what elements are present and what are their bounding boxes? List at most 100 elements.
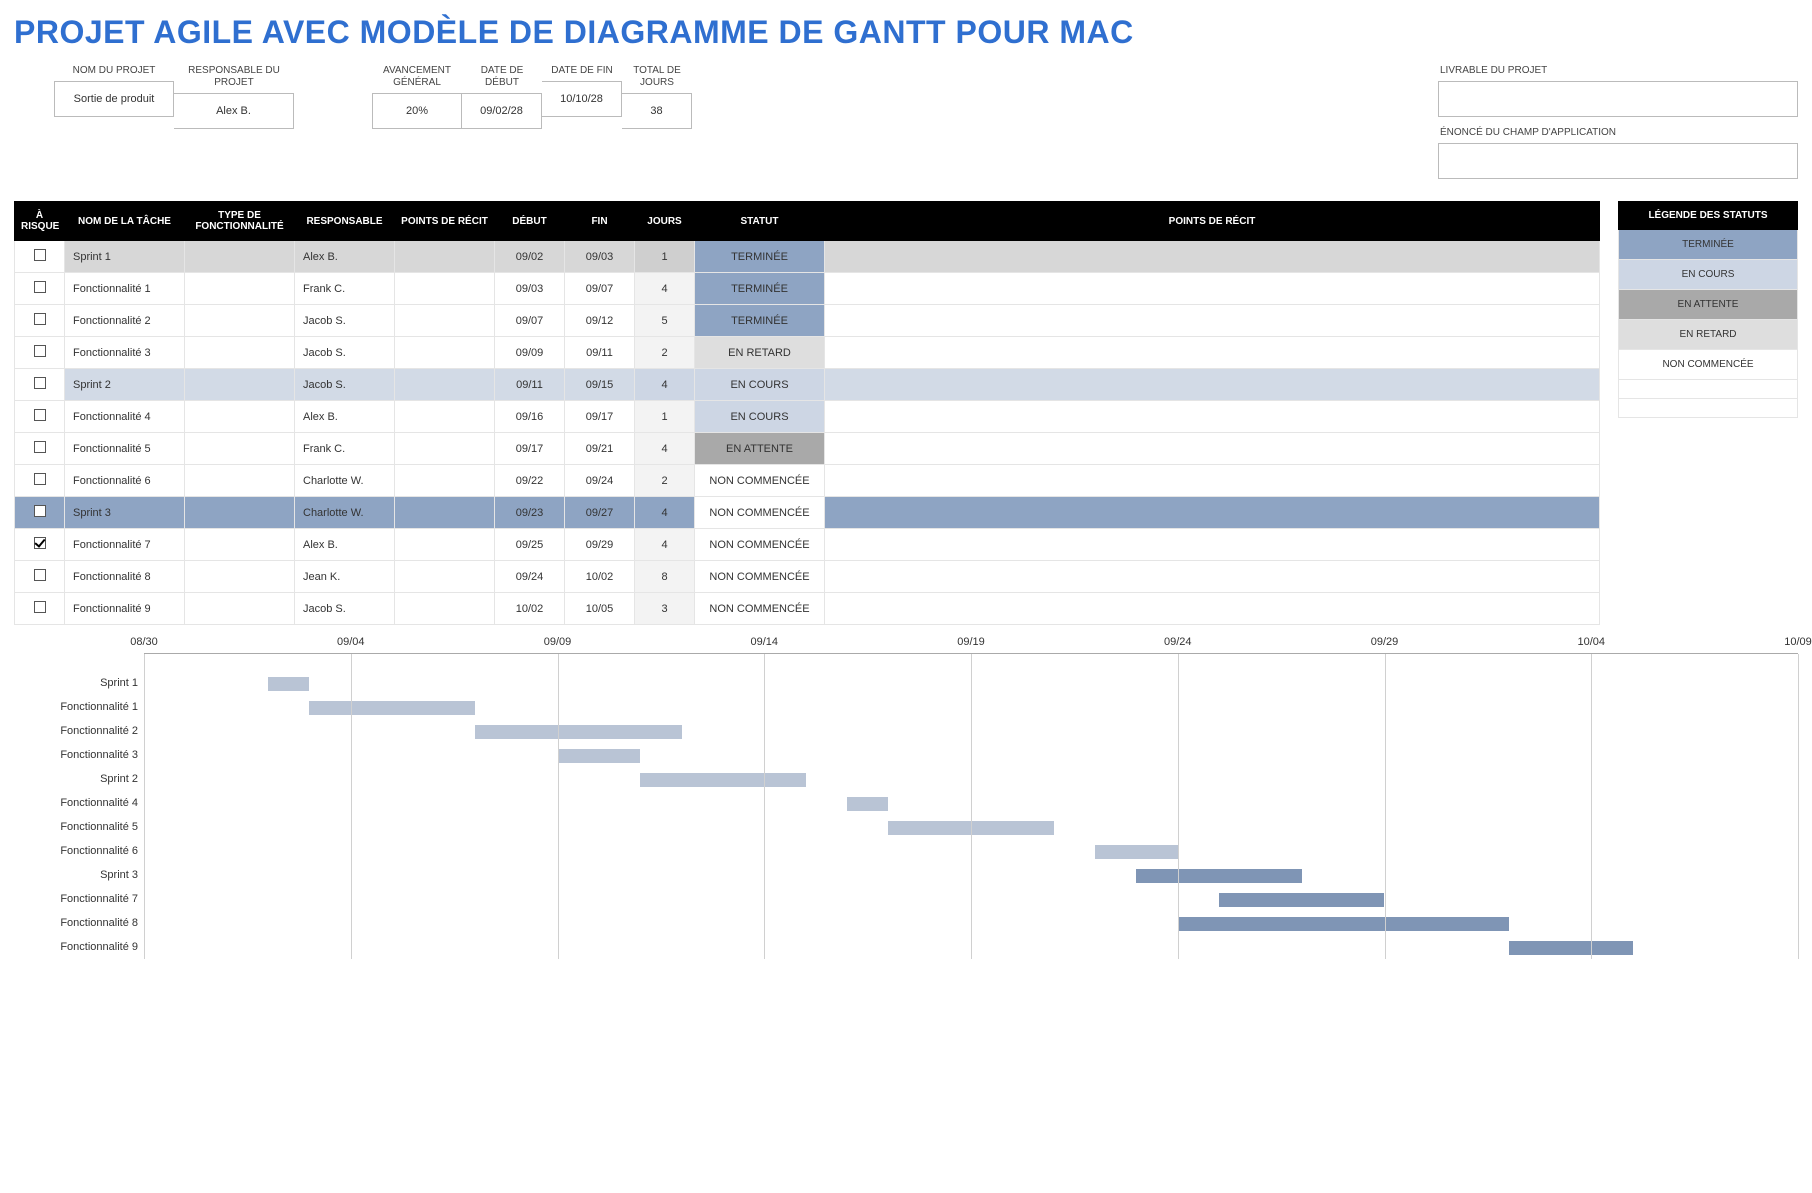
gantt-bar[interactable] xyxy=(1219,893,1384,907)
status-cell[interactable]: TERMINÉE xyxy=(695,241,825,273)
end-cell[interactable]: 09/07 xyxy=(565,273,635,305)
end-cell[interactable]: 09/29 xyxy=(565,529,635,561)
days-cell[interactable]: 2 xyxy=(635,465,695,497)
end-cell[interactable]: 09/03 xyxy=(565,241,635,273)
days-cell[interactable]: 4 xyxy=(635,273,695,305)
gantt-bar[interactable] xyxy=(558,749,641,763)
days-cell[interactable]: 8 xyxy=(635,561,695,593)
end-cell[interactable]: 09/21 xyxy=(565,433,635,465)
points-cell[interactable] xyxy=(395,593,495,625)
task-name-cell[interactable]: Fonctionnalité 3 xyxy=(65,337,185,369)
points-cell[interactable] xyxy=(395,561,495,593)
story-cell[interactable] xyxy=(825,433,1600,465)
task-name-cell[interactable]: Sprint 2 xyxy=(65,369,185,401)
status-cell[interactable]: NON COMMENCÉE xyxy=(695,529,825,561)
start-cell[interactable]: 09/23 xyxy=(495,497,565,529)
start-cell[interactable]: 09/24 xyxy=(495,561,565,593)
type-cell[interactable] xyxy=(185,465,295,497)
task-name-cell[interactable]: Fonctionnalité 7 xyxy=(65,529,185,561)
points-cell[interactable] xyxy=(395,497,495,529)
start-cell[interactable]: 09/17 xyxy=(495,433,565,465)
points-cell[interactable] xyxy=(395,337,495,369)
gantt-bar[interactable] xyxy=(640,773,805,787)
days-cell[interactable]: 4 xyxy=(635,529,695,561)
task-name-cell[interactable]: Fonctionnalité 4 xyxy=(65,401,185,433)
progress-field[interactable]: 20% xyxy=(372,93,462,129)
risk-checkbox[interactable] xyxy=(34,281,46,293)
type-cell[interactable] xyxy=(185,593,295,625)
end-cell[interactable]: 09/12 xyxy=(565,305,635,337)
story-cell[interactable] xyxy=(825,529,1600,561)
status-cell[interactable]: NON COMMENCÉE xyxy=(695,497,825,529)
end-cell[interactable]: 10/02 xyxy=(565,561,635,593)
start-cell[interactable]: 09/25 xyxy=(495,529,565,561)
type-cell[interactable] xyxy=(185,337,295,369)
type-cell[interactable] xyxy=(185,529,295,561)
task-name-cell[interactable]: Sprint 3 xyxy=(65,497,185,529)
project-name-field[interactable]: Sortie de produit xyxy=(54,81,174,117)
owner-cell[interactable]: Jacob S. xyxy=(295,337,395,369)
points-cell[interactable] xyxy=(395,529,495,561)
story-cell[interactable] xyxy=(825,305,1600,337)
points-cell[interactable] xyxy=(395,273,495,305)
story-cell[interactable] xyxy=(825,241,1600,273)
owner-cell[interactable]: Jean K. xyxy=(295,561,395,593)
owner-cell[interactable]: Alex B. xyxy=(295,529,395,561)
days-cell[interactable]: 4 xyxy=(635,433,695,465)
story-cell[interactable] xyxy=(825,593,1600,625)
end-cell[interactable]: 10/05 xyxy=(565,593,635,625)
gantt-bar[interactable] xyxy=(309,701,474,715)
risk-checkbox[interactable] xyxy=(34,505,46,517)
start-cell[interactable]: 09/03 xyxy=(495,273,565,305)
risk-checkbox[interactable] xyxy=(34,473,46,485)
risk-checkbox[interactable] xyxy=(34,409,46,421)
days-cell[interactable]: 3 xyxy=(635,593,695,625)
story-cell[interactable] xyxy=(825,497,1600,529)
type-cell[interactable] xyxy=(185,305,295,337)
days-cell[interactable]: 2 xyxy=(635,337,695,369)
days-cell[interactable]: 1 xyxy=(635,241,695,273)
owner-cell[interactable]: Frank C. xyxy=(295,433,395,465)
risk-checkbox[interactable] xyxy=(34,569,46,581)
end-cell[interactable]: 09/17 xyxy=(565,401,635,433)
type-cell[interactable] xyxy=(185,369,295,401)
status-cell[interactable]: EN COURS xyxy=(695,369,825,401)
status-cell[interactable]: TERMINÉE xyxy=(695,273,825,305)
owner-cell[interactable]: Charlotte W. xyxy=(295,465,395,497)
task-name-cell[interactable]: Fonctionnalité 2 xyxy=(65,305,185,337)
status-cell[interactable]: NON COMMENCÉE xyxy=(695,465,825,497)
owner-cell[interactable]: Jacob S. xyxy=(295,593,395,625)
gantt-bar[interactable] xyxy=(847,797,888,811)
risk-checkbox[interactable] xyxy=(34,313,46,325)
gantt-bar[interactable] xyxy=(1509,941,1633,955)
task-name-cell[interactable]: Fonctionnalité 5 xyxy=(65,433,185,465)
risk-checkbox[interactable] xyxy=(34,537,46,549)
status-cell[interactable]: EN COURS xyxy=(695,401,825,433)
start-cell[interactable]: 10/02 xyxy=(495,593,565,625)
risk-checkbox[interactable] xyxy=(34,601,46,613)
status-cell[interactable]: EN ATTENTE xyxy=(695,433,825,465)
start-cell[interactable]: 09/11 xyxy=(495,369,565,401)
deliverable-field[interactable] xyxy=(1438,81,1798,117)
points-cell[interactable] xyxy=(395,401,495,433)
days-cell[interactable]: 4 xyxy=(635,497,695,529)
points-cell[interactable] xyxy=(395,369,495,401)
gantt-bar[interactable] xyxy=(1178,917,1509,931)
owner-cell[interactable]: Jacob S. xyxy=(295,369,395,401)
status-cell[interactable]: EN RETARD xyxy=(695,337,825,369)
gantt-bar[interactable] xyxy=(1136,869,1301,883)
task-name-cell[interactable]: Fonctionnalité 8 xyxy=(65,561,185,593)
owner-cell[interactable]: Alex B. xyxy=(295,241,395,273)
story-cell[interactable] xyxy=(825,273,1600,305)
end-cell[interactable]: 09/11 xyxy=(565,337,635,369)
scope-field[interactable] xyxy=(1438,143,1798,179)
type-cell[interactable] xyxy=(185,433,295,465)
start-cell[interactable]: 09/07 xyxy=(495,305,565,337)
status-cell[interactable]: NON COMMENCÉE xyxy=(695,561,825,593)
owner-cell[interactable]: Charlotte W. xyxy=(295,497,395,529)
days-cell[interactable]: 1 xyxy=(635,401,695,433)
task-name-cell[interactable]: Fonctionnalité 6 xyxy=(65,465,185,497)
days-cell[interactable]: 5 xyxy=(635,305,695,337)
risk-checkbox[interactable] xyxy=(34,345,46,357)
gantt-bar[interactable] xyxy=(475,725,682,739)
